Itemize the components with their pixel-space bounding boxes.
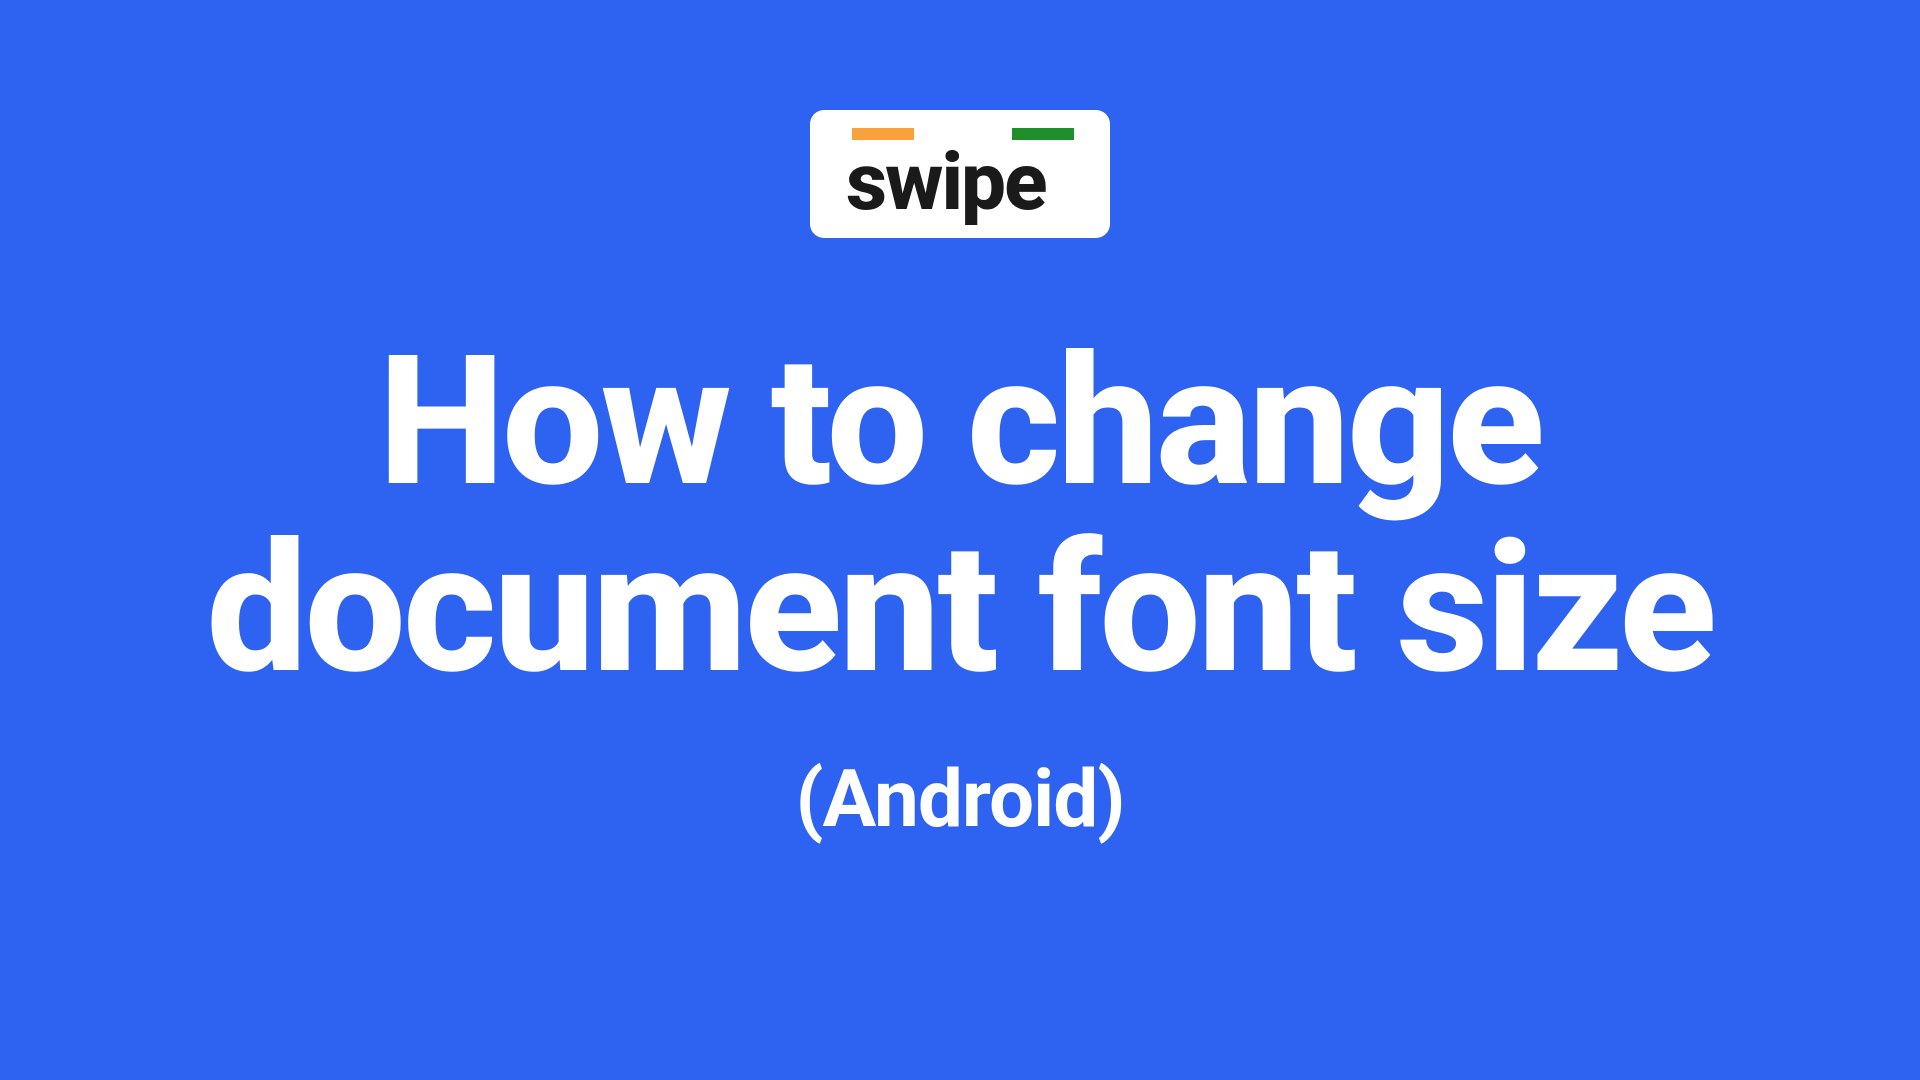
- slide-title: How to change document font size: [100, 328, 1820, 702]
- slide-subtitle: (Android): [796, 752, 1125, 846]
- logo-badge: swipe: [810, 110, 1110, 238]
- logo-text: swipe: [846, 146, 1046, 218]
